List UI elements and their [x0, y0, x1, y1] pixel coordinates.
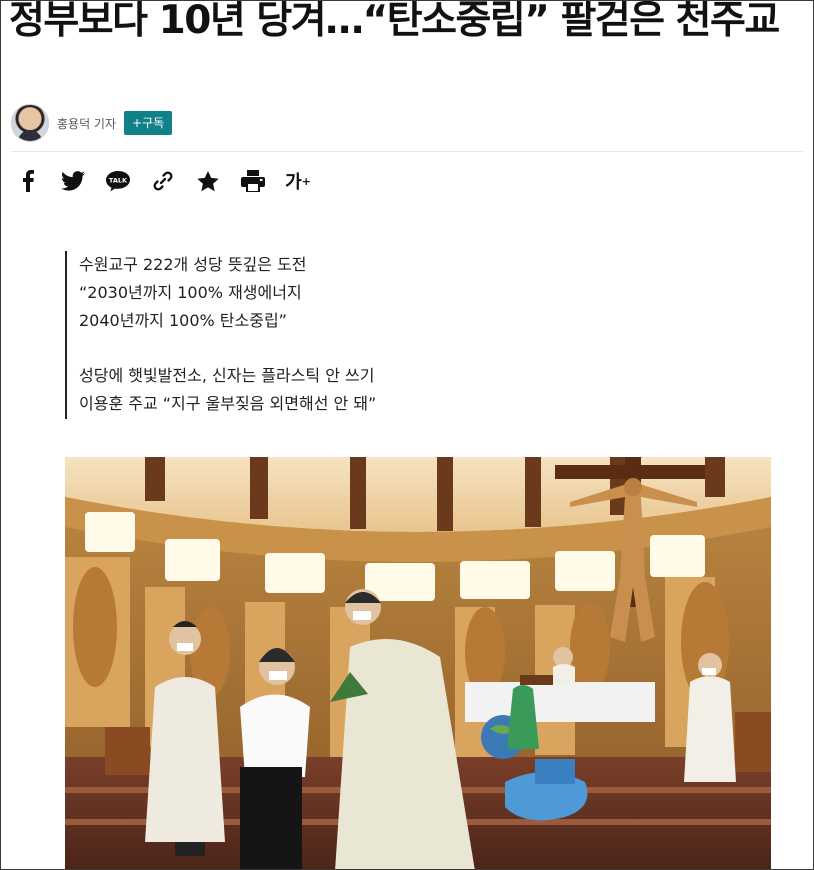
article-photo[interactable] [65, 457, 771, 869]
summary-gap [79, 335, 376, 362]
summary-line: 성당에 햇빛발전소, 신자는 플라스틱 안 쓰기 [79, 366, 375, 385]
summary-line: 수원교구 222개 성당 뜻깊은 도전 [79, 255, 307, 274]
bookmark-star-icon[interactable] [195, 167, 221, 195]
article-headline: 정부보다 10년 당겨…“탄소중립” 팔걷은 천주교 [9, 0, 780, 43]
cathedral-ceremony-photo [65, 457, 771, 869]
article-page: 정부보다 10년 당겨…“탄소중립” 팔걷은 천주교 홍용덕 기자 +구독 TA… [0, 0, 814, 870]
link-icon[interactable] [150, 167, 176, 195]
share-toolbar: TALK 가 + [15, 167, 330, 195]
author-avatar[interactable] [11, 104, 49, 142]
font-size-plus: + [301, 174, 311, 188]
summary-line: “2030년까지 100% 재생에너지 [79, 283, 302, 302]
summary-line: 2040년까지 100% 탄소중립” [79, 311, 287, 330]
print-icon[interactable] [240, 167, 266, 195]
twitter-icon[interactable] [60, 167, 86, 195]
subscribe-button[interactable]: +구독 [124, 111, 173, 135]
facebook-icon[interactable] [15, 167, 41, 195]
font-size-label: 가 [285, 172, 302, 193]
author-name[interactable]: 홍용덕 기자 [57, 115, 116, 132]
article-summary: 수원교구 222개 성당 뜻깊은 도전 “2030년까지 100% 재생에너지 … [65, 251, 376, 419]
font-size-icon[interactable]: 가 + [285, 167, 311, 195]
kakaotalk-label: TALK [109, 177, 128, 185]
divider [11, 151, 803, 152]
summary-line: 이용훈 주교 “지구 울부짖음 외면해선 안 돼” [79, 394, 377, 413]
byline: 홍용덕 기자 +구독 [11, 104, 173, 142]
kakaotalk-icon[interactable]: TALK [105, 167, 131, 195]
